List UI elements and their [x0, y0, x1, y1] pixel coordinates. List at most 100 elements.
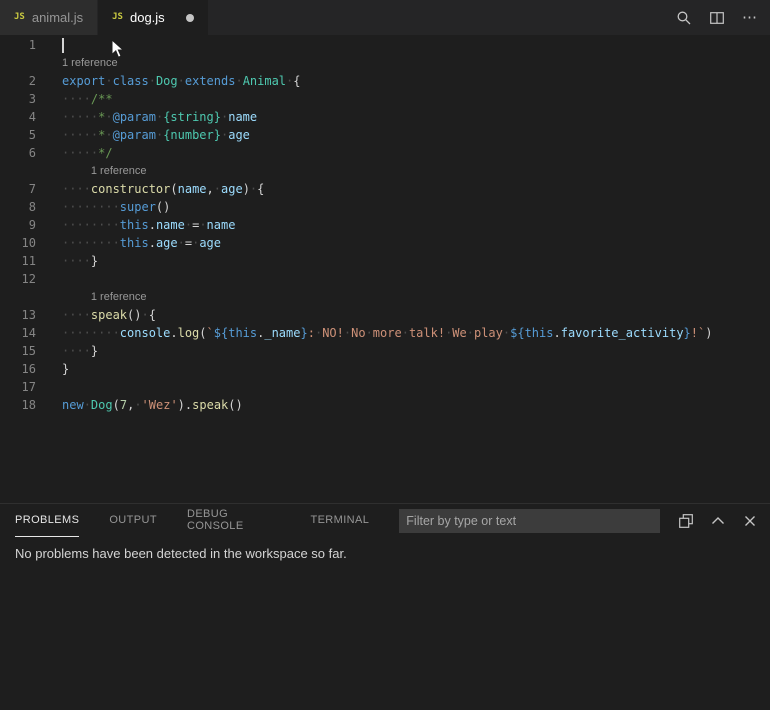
code-line[interactable]: ········super(): [62, 198, 712, 216]
line-number[interactable]: 3: [0, 90, 36, 108]
line-number[interactable]: 10: [0, 234, 36, 252]
line-number[interactable]: 11: [0, 252, 36, 270]
code-token: .: [149, 236, 156, 250]
line-number[interactable]: [0, 54, 36, 72]
javascript-file-icon: JS: [112, 13, 123, 22]
code-line[interactable]: ····speak()·{: [62, 306, 712, 324]
code-token: ····: [62, 182, 91, 196]
code-token: }: [62, 362, 69, 376]
find-icon[interactable]: [676, 10, 692, 26]
code-token: (): [228, 398, 242, 412]
line-number[interactable]: 14: [0, 324, 36, 342]
code-token: ·: [199, 218, 206, 232]
tab-label: animal.js: [32, 10, 83, 25]
problems-filter-input[interactable]: [399, 509, 660, 533]
line-number[interactable]: 16: [0, 360, 36, 378]
line-number[interactable]: 17: [0, 378, 36, 396]
panel-tab-problems[interactable]: PROBLEMS: [15, 504, 79, 537]
code-line[interactable]: ········this.age·=·age: [62, 234, 712, 252]
code-token: age: [199, 236, 221, 250]
code-token: ····: [62, 92, 91, 106]
code-token: ·: [105, 110, 112, 124]
line-number[interactable]: 13: [0, 306, 36, 324]
code-token: this: [120, 218, 149, 232]
line-number[interactable]: 2: [0, 72, 36, 90]
line-number[interactable]: 4: [0, 108, 36, 126]
code-token: 7: [120, 398, 127, 412]
split-editor-icon[interactable]: [709, 10, 725, 26]
line-number[interactable]: 6: [0, 144, 36, 162]
line-number[interactable]: [0, 288, 36, 306]
code-token: ····: [62, 344, 91, 358]
code-line[interactable]: ·····*·@param·{number}·age: [62, 126, 712, 144]
code-line[interactable]: [62, 270, 712, 288]
panel-tab-terminal[interactable]: TERMINAL: [310, 504, 369, 537]
panel-tab-debug-console[interactable]: DEBUG CONSOLE: [187, 504, 280, 537]
line-number[interactable]: 7: [0, 180, 36, 198]
code-token: */: [98, 146, 112, 160]
code-line[interactable]: ········console.log(`${this._name}:·NO!·…: [62, 324, 712, 342]
code-token: ·: [467, 326, 474, 340]
code-line[interactable]: ····}: [62, 252, 712, 270]
code-line[interactable]: [62, 36, 712, 54]
code-token: (): [127, 308, 141, 322]
views-layout-icon[interactable]: [678, 513, 694, 529]
tab-animal-js[interactable]: JS animal.js: [0, 0, 98, 35]
code-token: name: [156, 218, 185, 232]
close-panel-icon[interactable]: [742, 513, 758, 529]
code-line[interactable]: ····constructor(name,·age)·{: [62, 180, 712, 198]
code-token: constructor: [91, 182, 170, 196]
code-token: new: [62, 398, 84, 412]
code-token: ${: [510, 326, 524, 340]
code-line[interactable]: [62, 378, 712, 396]
code-token: (: [199, 326, 206, 340]
code-token: ): [178, 398, 185, 412]
code-area: 1 referenceexport·class·Dog·extends·Anim…: [62, 36, 712, 503]
line-number[interactable]: 15: [0, 342, 36, 360]
line-number[interactable]: 1: [0, 36, 36, 54]
code-token: console: [120, 326, 171, 340]
code-line[interactable]: ········this.name·=·name: [62, 216, 712, 234]
line-number[interactable]: 5: [0, 126, 36, 144]
code-editor[interactable]: 123456789101112131415161718 1 referencee…: [0, 35, 770, 503]
code-line[interactable]: ·····*/: [62, 144, 712, 162]
code-token: {string}: [163, 110, 221, 124]
code-line[interactable]: export·class·Dog·extends·Animal·{: [62, 72, 712, 90]
code-token: Animal: [243, 74, 286, 88]
code-token: age: [221, 182, 243, 196]
panel-tab-output[interactable]: OUTPUT: [109, 504, 157, 537]
line-number[interactable]: 9: [0, 216, 36, 234]
codelens-reference[interactable]: 1 reference: [62, 162, 712, 180]
code-line[interactable]: ····/**: [62, 90, 712, 108]
code-token: ········: [62, 200, 120, 214]
tab-dog-js[interactable]: JS dog.js: [98, 0, 209, 35]
modified-indicator-dot[interactable]: [186, 14, 194, 22]
code-token: @param: [113, 110, 156, 124]
code-token: talk!: [409, 326, 445, 340]
line-number[interactable]: 8: [0, 198, 36, 216]
code-token: name: [228, 110, 257, 124]
line-number[interactable]: [0, 162, 36, 180]
code-line[interactable]: new·Dog(7,·'Wez').speak(): [62, 396, 712, 414]
code-token: super: [120, 200, 156, 214]
code-line[interactable]: ·····*·@param·{string}·name: [62, 108, 712, 126]
code-token: }: [300, 326, 307, 340]
code-token: 'Wez': [142, 398, 178, 412]
code-token: speak: [192, 398, 228, 412]
code-token: We: [452, 326, 466, 340]
code-token: ·: [214, 182, 221, 196]
line-number[interactable]: 18: [0, 396, 36, 414]
code-line[interactable]: }: [62, 360, 712, 378]
code-token: ·: [84, 398, 91, 412]
code-token: ·: [141, 308, 148, 322]
code-token: {: [257, 182, 264, 196]
code-token: {: [149, 308, 156, 322]
line-number[interactable]: 12: [0, 270, 36, 288]
codelens-reference[interactable]: 1 reference: [62, 288, 712, 306]
maximize-panel-chevron-up-icon[interactable]: [710, 513, 726, 529]
more-actions-icon[interactable]: ⋯: [742, 10, 758, 26]
codelens-reference[interactable]: 1 reference: [62, 54, 712, 72]
code-line[interactable]: ····}: [62, 342, 712, 360]
text-caret: [62, 38, 64, 53]
code-token: ········: [62, 236, 120, 250]
